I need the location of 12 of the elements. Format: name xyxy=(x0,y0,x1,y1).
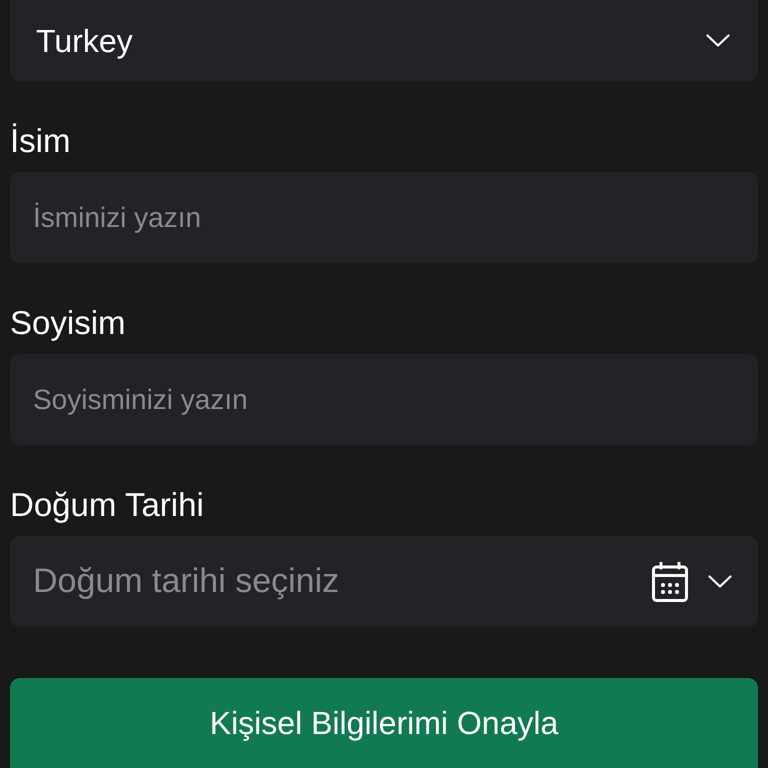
submit-button[interactable]: Kişisel Bilgilerimi Onayla xyxy=(10,678,758,768)
field-label: Soyisim xyxy=(10,304,126,341)
input-field[interactable]: Soyisminizi yazın xyxy=(10,354,758,445)
field-label: Doğum Tarihi xyxy=(10,486,204,523)
calendar-icon xyxy=(652,562,688,602)
chevron-down-icon xyxy=(706,34,730,47)
field-label: İsim xyxy=(10,122,70,159)
chevron-down-icon xyxy=(708,575,732,588)
country-select[interactable]: Turkey xyxy=(10,0,758,81)
input-field[interactable]: İsminizi yazın xyxy=(10,172,758,263)
date-picker-field[interactable]: Doğum tarihi seçiniz xyxy=(10,536,758,627)
date-input[interactable]: Doğum tarihi seçiniz xyxy=(33,560,652,604)
